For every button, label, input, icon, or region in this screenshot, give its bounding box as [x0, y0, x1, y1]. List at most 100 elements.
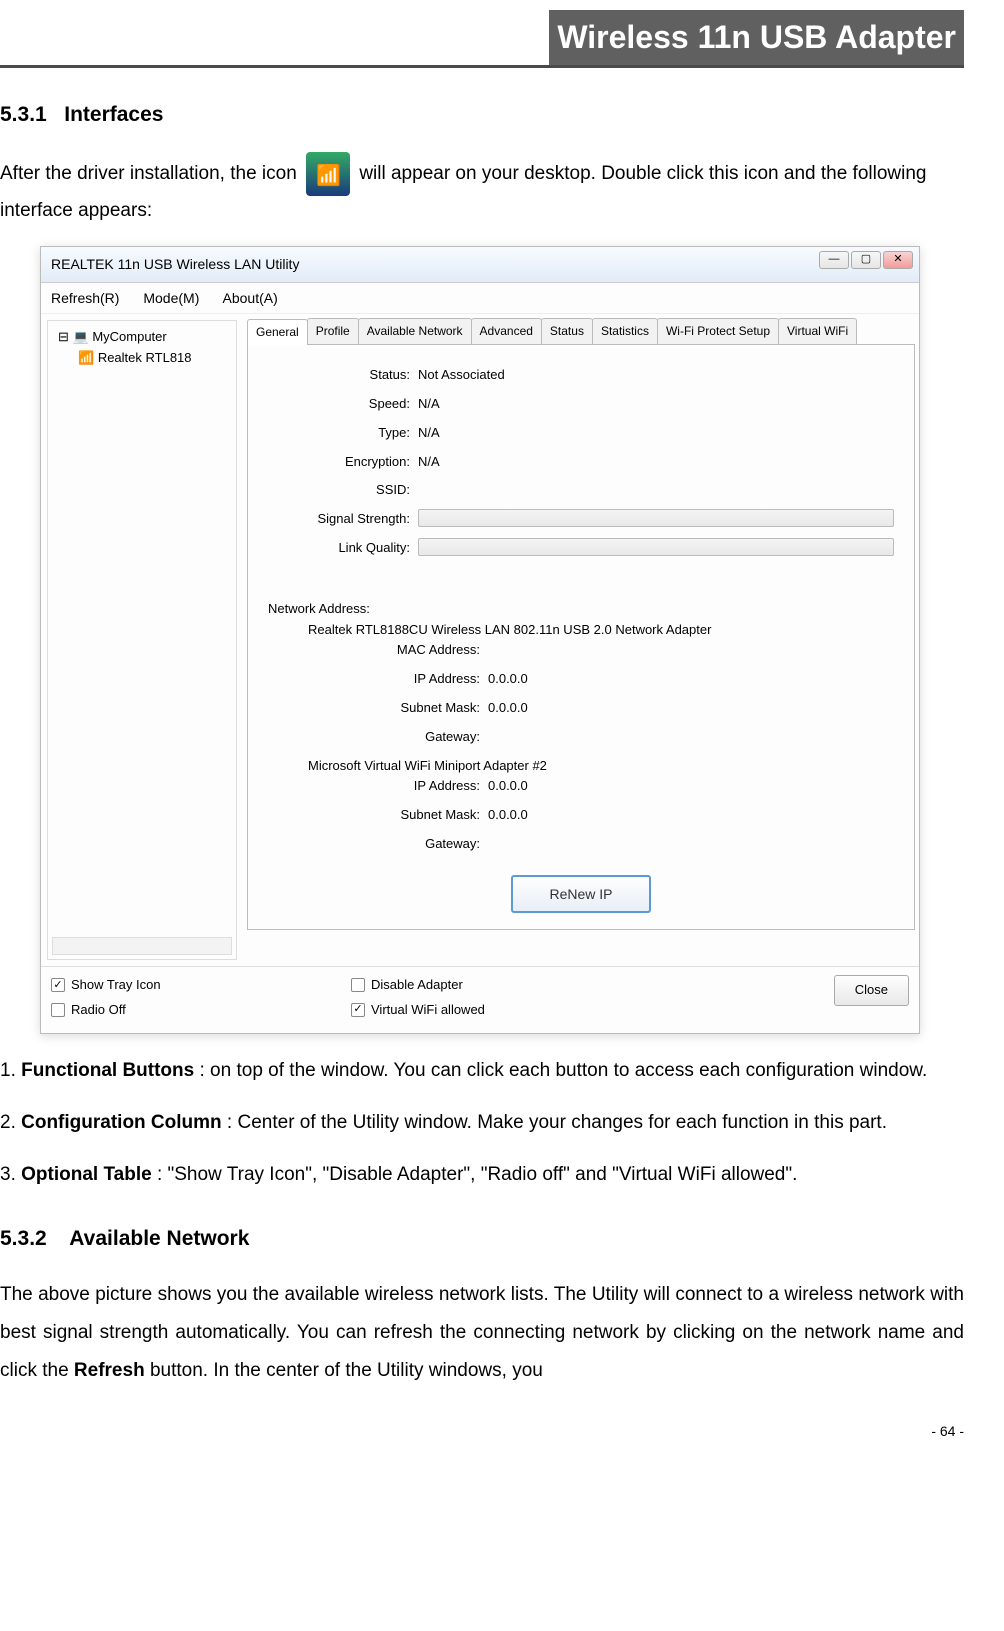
show-tray-checkbox[interactable]: ✓ — [51, 978, 65, 992]
minimize-button[interactable]: — — [819, 251, 849, 269]
item-num: 2. — [0, 1112, 21, 1133]
mask2-value: 0.0.0.0 — [488, 805, 894, 826]
network-address-heading: Network Address: — [268, 599, 894, 620]
doc-title: Wireless 11n USB Adapter — [549, 10, 964, 65]
adapter2-name: Microsoft Virtual WiFi Miniport Adapter … — [308, 756, 894, 777]
maximize-button[interactable]: ▢ — [851, 251, 881, 269]
mask-label: Subnet Mask: — [308, 698, 488, 719]
mask2-label: Subnet Mask: — [308, 805, 488, 826]
tab-advanced[interactable]: Advanced — [471, 318, 542, 344]
tree-child[interactable]: 📶 Realtek RTL818 — [78, 348, 230, 369]
utility-window: REALTEK 11n USB Wireless LAN Utility — ▢… — [40, 246, 920, 1033]
tree-root-label: MyComputer — [92, 329, 166, 344]
item-bold: Functional Buttons — [21, 1060, 194, 1081]
ip2-label: IP Address: — [308, 776, 488, 797]
virtual-wifi-checkbox[interactable]: ✓ — [351, 1003, 365, 1017]
intro-paragraph: After the driver installation, the icon … — [0, 152, 964, 226]
list-item: 1. Functional Buttons : on top of the wi… — [0, 1054, 964, 1088]
section-heading-5-3-1: 5.3.1 Interfaces — [0, 98, 964, 132]
ssid-label: SSID: — [268, 480, 418, 501]
type-value: N/A — [418, 423, 894, 444]
disable-adapter-checkbox[interactable] — [351, 978, 365, 992]
tab-status[interactable]: Status — [541, 318, 593, 344]
item-rest: : on top of the window. You can click ea… — [194, 1060, 927, 1081]
tab-general[interactable]: General — [247, 319, 308, 345]
ip-label: IP Address: — [308, 669, 488, 690]
encryption-label: Encryption: — [268, 452, 418, 473]
item-num: 3. — [0, 1164, 21, 1185]
item-rest: : "Show Tray Icon", "Disable Adapter", "… — [152, 1164, 798, 1185]
section2-paragraph: The above picture shows you the availabl… — [0, 1276, 964, 1390]
menu-bar: Refresh(R) Mode(M) About(A) — [41, 283, 919, 314]
status-label: Status: — [268, 365, 418, 386]
main-pane: General Profile Available Network Advanc… — [243, 314, 919, 966]
item-bold: Configuration Column — [21, 1112, 222, 1133]
mac-label: MAC Address: — [308, 640, 488, 661]
ssid-value — [418, 480, 894, 501]
speed-value: N/A — [418, 394, 894, 415]
description-list: 1. Functional Buttons : on top of the wi… — [0, 1054, 964, 1193]
para2-bold: Refresh — [74, 1360, 145, 1381]
tab-wps[interactable]: Wi-Fi Protect Setup — [657, 318, 779, 344]
disable-adapter-label: Disable Adapter — [371, 975, 463, 996]
speed-label: Speed: — [268, 394, 418, 415]
list-item: 3. Optional Table : "Show Tray Icon", "D… — [0, 1158, 964, 1192]
tree-scrollbar[interactable] — [52, 937, 232, 955]
status-value: Not Associated — [418, 365, 894, 386]
close-app-button[interactable]: Close — [834, 975, 909, 1006]
virtual-wifi-label: Virtual WiFi allowed — [371, 1000, 485, 1021]
tree-pane: ⊟ 💻 MyComputer 📶 Realtek RTL818 — [47, 320, 237, 960]
mac-value — [488, 640, 894, 661]
gateway2-value — [488, 834, 894, 855]
section-title: Interfaces — [64, 103, 163, 126]
para2-end: button. In the center of the Utility win… — [145, 1360, 543, 1381]
header: Wireless 11n USB Adapter — [0, 10, 964, 68]
item-num: 1. — [0, 1060, 21, 1081]
section-heading-5-3-2: 5.3.2 Available Network — [0, 1222, 964, 1256]
item-bold: Optional Table — [21, 1164, 152, 1185]
show-tray-label: Show Tray Icon — [71, 975, 161, 996]
list-item: 2. Configuration Column : Center of the … — [0, 1106, 964, 1140]
desktop-icon — [306, 152, 350, 196]
menu-about[interactable]: About(A) — [223, 290, 278, 306]
ip-value: 0.0.0.0 — [488, 669, 894, 690]
gateway2-label: Gateway: — [308, 834, 488, 855]
window-body: ⊟ 💻 MyComputer 📶 Realtek RTL818 General … — [41, 314, 919, 966]
intro-text-a: After the driver installation, the icon — [0, 163, 302, 184]
adapter1-name: Realtek RTL8188CU Wireless LAN 802.11n U… — [308, 620, 894, 641]
tree-child-label: Realtek RTL818 — [98, 350, 192, 365]
window-title-text: REALTEK 11n USB Wireless LAN Utility — [51, 256, 299, 272]
bottom-right-col: Close — [609, 975, 909, 1025]
radio-off-checkbox[interactable] — [51, 1003, 65, 1017]
bottom-bar: ✓Show Tray Icon Radio Off Disable Adapte… — [41, 966, 919, 1033]
type-label: Type: — [268, 423, 418, 444]
link-quality-label: Link Quality: — [268, 538, 418, 559]
renew-ip-button[interactable]: ReNew IP — [511, 875, 651, 913]
signal-strength-bar — [418, 509, 894, 527]
section-num: 5.3.1 — [0, 103, 47, 126]
link-quality-bar — [418, 538, 894, 556]
window-titlebar: REALTEK 11n USB Wireless LAN Utility — ▢… — [41, 247, 919, 282]
section-num: 5.3.2 — [0, 1227, 47, 1250]
page-number: - 64 - — [0, 1420, 964, 1442]
tab-virtual-wifi[interactable]: Virtual WiFi — [778, 318, 857, 344]
bottom-mid-col: Disable Adapter ✓ Virtual WiFi allowed — [351, 975, 609, 1025]
item-rest: : Center of the Utility window. Make you… — [222, 1112, 887, 1133]
tab-profile[interactable]: Profile — [307, 318, 359, 344]
menu-refresh[interactable]: Refresh(R) — [51, 290, 119, 306]
close-button[interactable]: ✕ — [883, 251, 913, 269]
signal-strength-label: Signal Strength: — [268, 509, 418, 530]
tree-root[interactable]: ⊟ 💻 MyComputer — [58, 327, 230, 348]
mask-value: 0.0.0.0 — [488, 698, 894, 719]
bottom-left-col: ✓Show Tray Icon Radio Off — [51, 975, 351, 1025]
tab-statistics[interactable]: Statistics — [592, 318, 658, 344]
gateway-label: Gateway: — [308, 727, 488, 748]
ip2-value: 0.0.0.0 — [488, 776, 894, 797]
encryption-value: N/A — [418, 452, 894, 473]
tab-available-network[interactable]: Available Network — [358, 318, 472, 344]
gateway-value — [488, 727, 894, 748]
tab-content: Status:Not Associated Speed:N/A Type:N/A… — [247, 345, 915, 930]
menu-mode[interactable]: Mode(M) — [143, 290, 199, 306]
tab-strip: General Profile Available Network Advanc… — [247, 318, 915, 345]
section-title: Available Network — [69, 1227, 249, 1250]
